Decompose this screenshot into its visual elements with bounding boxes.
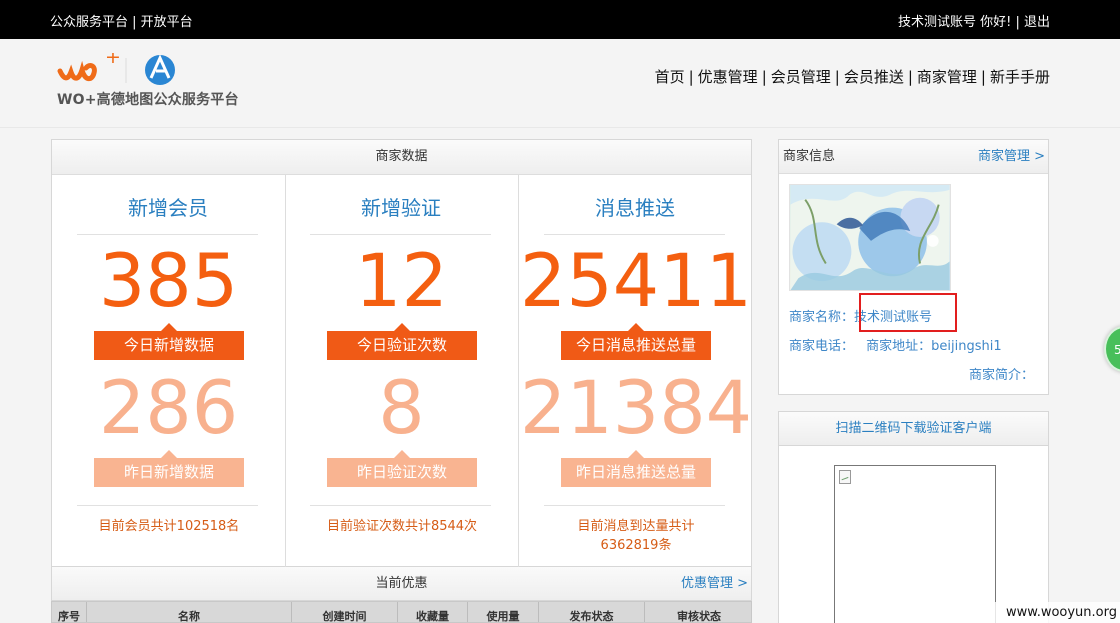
highlight-box	[859, 293, 957, 332]
merchant-info-heading: 商家信息	[783, 149, 836, 164]
today-label: 今日验证次数	[327, 323, 477, 360]
column-header-usage: 使用量	[468, 602, 539, 622]
yesterday-value: 21384	[519, 366, 753, 451]
merchant-image	[789, 184, 951, 291]
message-push-column: 消息推送 25411 今日消息推送总量 21384 昨日消息推送总量 目前消息到…	[519, 175, 753, 567]
total-text: 目前消息到达量共计6362819条	[577, 519, 695, 553]
column-header-publish-status: 发布状态	[539, 602, 645, 622]
nav-separator: |	[688, 68, 694, 86]
nav-separator: |	[907, 68, 913, 86]
yesterday-label: 昨日消息推送总量	[561, 450, 711, 487]
divider	[310, 234, 491, 235]
merchant-data-title: 商家数据	[52, 140, 751, 175]
platform-links[interactable]: 公众服务平台 | 开放平台	[50, 11, 193, 30]
offer-management-link[interactable]: 优惠管理 >	[681, 567, 748, 600]
merchant-intro-label: 商家简介：	[969, 368, 1035, 383]
column-title: 新增会员	[128, 196, 208, 220]
qr-code-panel	[778, 446, 1049, 623]
platform-title: WO+高德地图公众服务平台	[57, 92, 239, 108]
main-navigation: 首页 | 优惠管理 | 会员管理 | 会员推送 | 商家管理 | 新手手册	[655, 66, 1050, 87]
today-label: 今日消息推送总量	[561, 323, 711, 360]
current-offers-header: 当前优惠 优惠管理 >	[51, 567, 752, 601]
today-value: 25411	[519, 239, 753, 324]
yesterday-label: 昨日新增数据	[94, 450, 244, 487]
merchant-contact-row: 商家电话： 商家地址：beijingshi1	[789, 335, 1002, 354]
column-title: 消息推送	[595, 196, 675, 220]
yesterday-label: 昨日验证次数	[327, 450, 477, 487]
wo-amap-logo: +	[57, 53, 175, 85]
nav-separator: |	[980, 68, 986, 86]
divider	[77, 234, 258, 235]
merchant-name-label: 商家名称：	[789, 310, 855, 325]
merchant-data-panel: 商家数据 新增会员 385 今日新增数据 286 昨日新增数据 目前会员共计10…	[51, 139, 752, 567]
nav-home[interactable]: 首页	[655, 68, 685, 86]
total-text: 目前会员共计102518名	[98, 519, 240, 534]
top-bar: 公众服务平台 | 开放平台 技术测试账号 你好! | 退出	[0, 0, 1120, 39]
wo-plus-icon: +	[105, 53, 121, 68]
merchant-address: 商家地址：beijingshi1	[866, 339, 1002, 354]
divider	[77, 505, 258, 506]
column-header-review-status: 审核状态	[677, 610, 721, 623]
broken-image-icon	[839, 470, 851, 484]
today-value: 385	[98, 239, 239, 324]
new-members-column: 新增会员 385 今日新增数据 286 昨日新增数据 目前会员共计102518名	[52, 175, 286, 567]
column-header-created-time: 创建时间	[292, 602, 398, 622]
merchant-phone-label: 商家电话：	[789, 339, 855, 354]
nav-separator: |	[761, 68, 767, 86]
divider	[544, 505, 725, 506]
wo-logo-mark	[57, 60, 97, 82]
yesterday-value: 8	[378, 366, 425, 451]
new-verifications-column: 新增验证 12 今日验证次数 8 昨日验证次数 目前验证次数共计8544次	[285, 175, 519, 567]
merchant-management-link[interactable]: 商家管理 >	[978, 140, 1045, 174]
nav-separator: |	[834, 68, 840, 86]
column-header-index: 序号	[52, 602, 87, 622]
floating-notification-badge[interactable]: 5	[1104, 326, 1120, 372]
today-label: 今日新增数据	[94, 323, 244, 360]
merchant-info-title: 商家信息 商家管理 >	[779, 140, 1048, 174]
qr-code-image	[834, 465, 996, 623]
nav-member-push[interactable]: 会员推送	[844, 68, 904, 86]
today-value: 12	[355, 239, 448, 324]
column-title: 新增验证	[361, 196, 441, 220]
offers-table-header: 序号 名称 创建时间 收藏量 使用量 发布状态 审核状态	[51, 601, 752, 623]
yesterday-value: 286	[98, 366, 239, 451]
nav-merchant-management[interactable]: 商家管理	[917, 68, 977, 86]
current-offers-title: 当前优惠	[375, 576, 428, 591]
column-header-name: 名称	[87, 602, 292, 622]
column-header-favorites: 收藏量	[398, 602, 468, 622]
watermark: www.wooyun.org	[952, 602, 1120, 623]
qr-download-title: 扫描二维码下载验证客户端	[778, 411, 1049, 446]
divider	[310, 505, 491, 506]
divider	[544, 234, 725, 235]
nav-beginner-manual[interactable]: 新手手册	[990, 68, 1050, 86]
merchant-info-panel: 商家信息 商家管理 > 商家名称：技术测试账号 商家电话： 商家地址：beiji…	[778, 139, 1049, 395]
total-text: 目前验证次数共计8544次	[326, 519, 478, 534]
nav-members[interactable]: 会员管理	[771, 68, 831, 86]
nav-offers[interactable]: 优惠管理	[698, 68, 758, 86]
user-greeting[interactable]: 技术测试账号 你好! | 退出	[898, 11, 1050, 30]
